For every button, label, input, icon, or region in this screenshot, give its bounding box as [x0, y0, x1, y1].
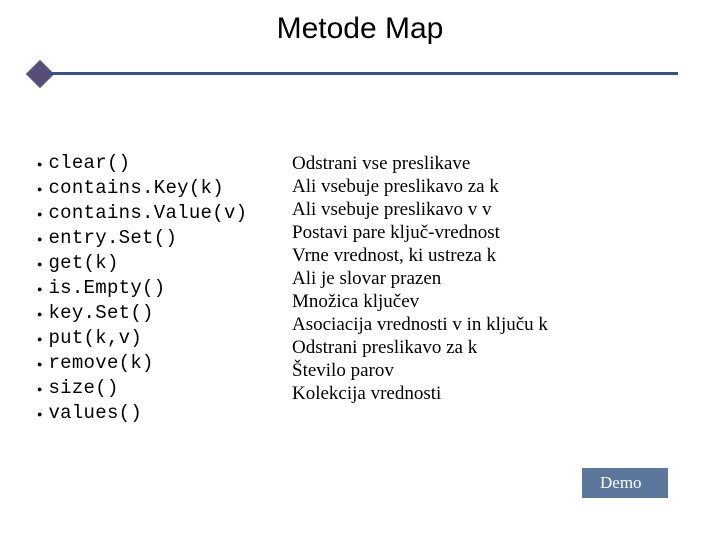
list-item: ● entry.Set() [37, 227, 292, 252]
list-item: ● contains.Value(v) [37, 202, 292, 227]
descriptions-column: Odstrani vse preslikave Ali vsebuje pres… [292, 152, 677, 427]
bullet-icon: ● [37, 178, 42, 201]
demo-button[interactable]: Demo [582, 468, 668, 498]
list-item: ● put(k,v) [37, 327, 292, 352]
bullet-icon: ● [37, 253, 42, 276]
method-description: Postavi pare ključ-vrednost [292, 221, 677, 244]
bullet-icon: ● [37, 278, 42, 301]
list-item: ● is.Empty() [37, 277, 292, 302]
horizontal-rule [50, 72, 678, 75]
method-name: get(k) [48, 252, 118, 275]
method-name: key.Set() [48, 302, 153, 325]
bullet-icon: ● [37, 403, 42, 426]
method-name: clear() [48, 152, 130, 175]
bullet-icon: ● [37, 153, 42, 176]
title-divider [30, 62, 678, 86]
method-name: put(k,v) [48, 327, 142, 350]
method-description: Odstrani preslikavo za k [292, 336, 677, 359]
method-description: Ali vsebuje preslikavo v v [292, 198, 677, 221]
method-description: Ali je slovar prazen [292, 267, 677, 290]
method-name: values() [48, 402, 142, 425]
list-item: ● size() [37, 377, 292, 402]
chevron-right-icon [582, 468, 596, 498]
list-item: ● get(k) [37, 252, 292, 277]
bullet-icon: ● [37, 353, 42, 376]
methods-column: ● clear() ● contains.Key(k) ● contains.Valu… [37, 152, 292, 427]
slide-title: Metode Map [0, 12, 720, 46]
list-item: ● contains.Key(k) [37, 177, 292, 202]
method-description: Kolekcija vrednosti [292, 382, 677, 405]
chevron-right-icon [568, 468, 582, 498]
method-description: Asociacija vrednosti v in ključu k [292, 313, 677, 336]
method-name: is.Empty() [48, 277, 165, 300]
demo-label: Demo [600, 473, 642, 493]
bullet-icon: ● [37, 328, 42, 351]
method-description: Množica ključev [292, 290, 677, 313]
list-item: ● clear() [37, 152, 292, 177]
bullet-icon: ● [37, 303, 42, 326]
bullet-icon: ● [37, 228, 42, 251]
list-item: ● key.Set() [37, 302, 292, 327]
method-name: size() [48, 377, 118, 400]
method-description: Ali vsebuje preslikavo za k [292, 175, 677, 198]
method-name: contains.Key(k) [48, 177, 224, 200]
method-description: Odstrani vse preslikave [292, 152, 677, 175]
bullet-icon: ● [37, 203, 42, 226]
method-description: Število parov [292, 359, 677, 382]
method-description: Vrne vrednost, ki ustreza k [292, 244, 677, 267]
list-item: ● values() [37, 402, 292, 427]
methods-content: ● clear() ● contains.Key(k) ● contains.Valu… [37, 152, 677, 427]
method-name: contains.Value(v) [48, 202, 247, 225]
method-name: entry.Set() [48, 227, 177, 250]
list-item: ● remove(k) [37, 352, 292, 377]
bullet-icon: ● [37, 378, 42, 401]
method-name: remove(k) [48, 352, 153, 375]
